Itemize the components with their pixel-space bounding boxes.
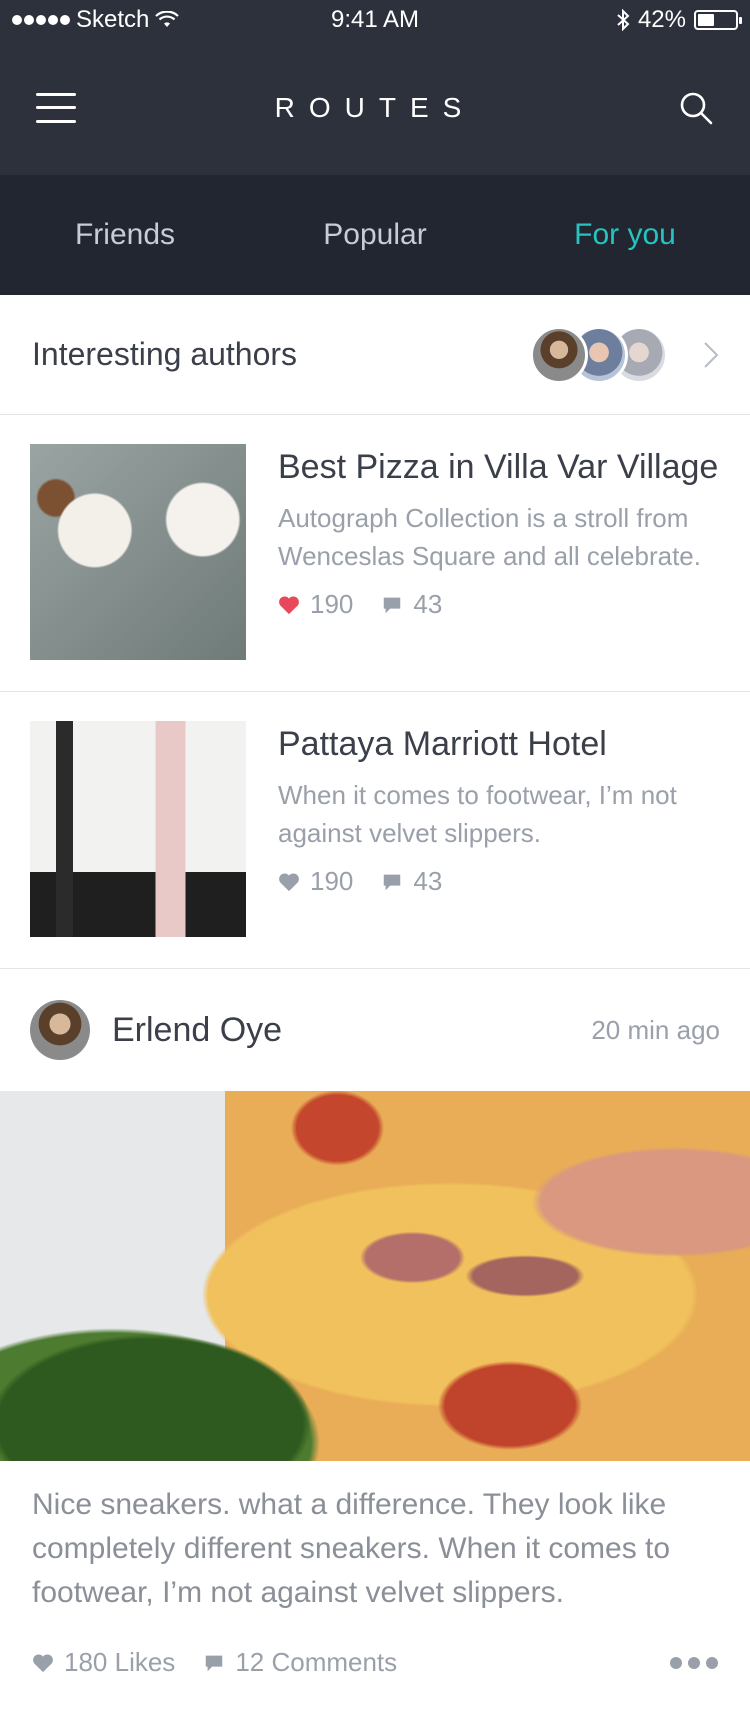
item-title[interactable]: Best Pizza in Villa Var Village	[278, 448, 720, 487]
item-description: When it comes to footwear, I’m not again…	[278, 780, 677, 848]
bluetooth-icon	[617, 9, 630, 31]
status-right: 42%	[616, 6, 742, 34]
heart-icon	[33, 1653, 53, 1672]
list-item[interactable]: Best Pizza in Villa Var Village Autograp…	[0, 415, 750, 692]
comment-bubble-icon	[384, 597, 401, 613]
comment-count: 43	[413, 866, 443, 896]
post-header: Erlend Oye 20 min ago	[0, 969, 750, 1091]
item-thumbnail[interactable]	[30, 444, 246, 660]
nav-bar: ROUTES	[0, 40, 750, 175]
interesting-authors-row[interactable]: Interesting authors	[0, 295, 750, 415]
battery-percent: 42%	[637, 6, 686, 33]
like-button[interactable]: 180 Likes	[32, 1647, 175, 1678]
like-button[interactable]: 190	[278, 866, 353, 897]
like-count: 190	[310, 866, 354, 896]
likes-label: 180 Likes	[64, 1647, 176, 1677]
post-image[interactable]	[0, 1091, 750, 1461]
comment-button[interactable]: 12 Comments	[203, 1647, 397, 1678]
status-left: Sketch	[12, 6, 180, 34]
carrier-label: Sketch	[76, 6, 150, 33]
signal-dots-icon	[12, 15, 70, 25]
item-body: Best Pizza in Villa Var Village Autograp…	[278, 444, 720, 662]
avatar[interactable]	[530, 325, 588, 384]
tab-bar: Friends Popular For you	[0, 175, 750, 295]
comments-label: 12 Comments	[235, 1647, 398, 1677]
item-meta: 190 43	[278, 589, 720, 620]
post-author[interactable]: Erlend Oye	[112, 1011, 282, 1050]
comment-bubble-icon	[384, 874, 401, 890]
like-button[interactable]: 190	[278, 589, 353, 620]
comment-count: 43	[413, 589, 443, 619]
item-thumbnail[interactable]	[30, 721, 246, 937]
tab-friends[interactable]: Friends	[0, 218, 250, 252]
author-avatars[interactable]	[530, 325, 668, 384]
section-title: Interesting authors	[32, 336, 298, 372]
item-body: Pattaya Marriott Hotel When it comes to …	[278, 721, 720, 939]
comment-bubble-icon	[206, 1655, 223, 1671]
comment-button[interactable]: 43	[381, 589, 442, 620]
post-text: Nice sneakers. what a difference. They l…	[32, 1488, 671, 1609]
heart-icon	[279, 872, 299, 891]
tab-popular[interactable]: Popular	[250, 218, 500, 252]
heart-icon	[279, 595, 299, 614]
list-item[interactable]: Pattaya Marriott Hotel When it comes to …	[0, 692, 750, 969]
chevron-right-icon[interactable]	[702, 340, 720, 370]
avatar[interactable]	[30, 1000, 90, 1060]
item-meta: 190 43	[278, 866, 720, 897]
like-count: 190	[310, 589, 354, 619]
item-title[interactable]: Pattaya Marriott Hotel	[278, 725, 720, 764]
battery-icon	[694, 10, 742, 30]
post-timestamp: 20 min ago	[591, 1014, 720, 1045]
post-footer: 180 Likes 12 Comments	[0, 1647, 750, 1678]
status-bar: Sketch 9:41 AM 42%	[0, 0, 750, 40]
wifi-icon	[155, 11, 180, 27]
page-title: ROUTES	[274, 91, 476, 123]
search-icon[interactable]	[678, 90, 714, 126]
more-dots-icon[interactable]	[670, 1656, 718, 1669]
clock: 9:41 AM	[330, 6, 420, 33]
hamburger-menu-icon[interactable]	[36, 92, 76, 123]
comment-button[interactable]: 43	[381, 866, 442, 897]
item-description: Autograph Collection is a stroll from We…	[278, 503, 701, 571]
tab-for-you[interactable]: For you	[500, 218, 750, 252]
